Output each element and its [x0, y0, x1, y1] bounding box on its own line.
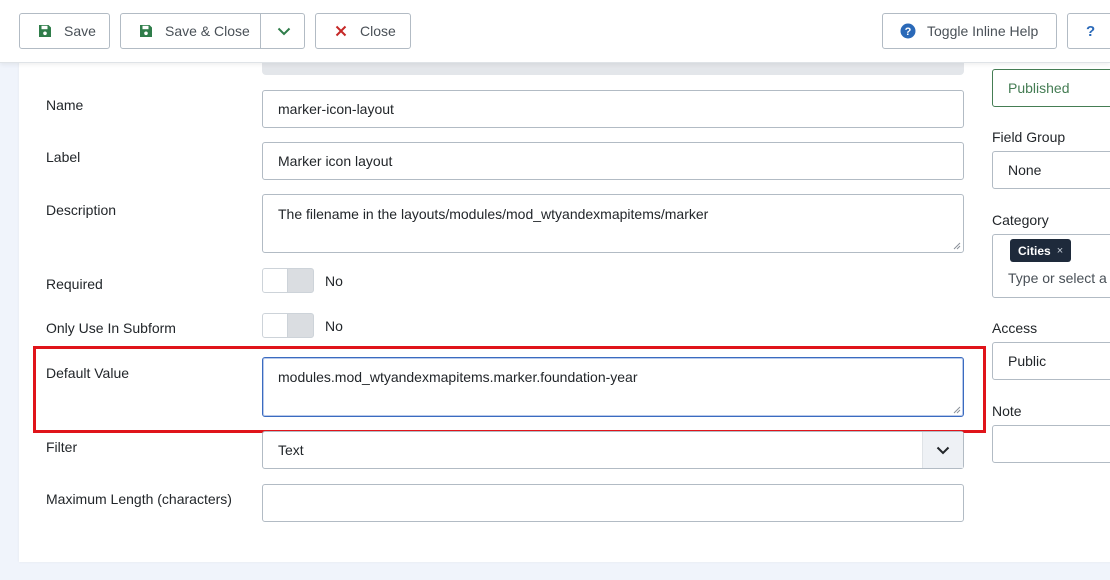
tag-remove-icon[interactable]: × — [1057, 245, 1063, 257]
save-button[interactable]: Save — [19, 13, 110, 49]
max-length-label: Maximum Length (characters) — [46, 491, 232, 507]
help-button[interactable]: ? — [1067, 13, 1110, 49]
chevron-down-icon — [936, 446, 950, 454]
description-textarea[interactable]: The filename in the layouts/modules/mod_… — [262, 194, 964, 253]
subform-switch[interactable] — [262, 313, 314, 338]
save-label: Save — [64, 23, 96, 39]
max-length-input[interactable] — [262, 484, 964, 522]
access-label: Access — [992, 320, 1038, 336]
save-close-label: Save & Close — [165, 23, 250, 39]
floppy-disk-icon — [137, 22, 155, 40]
toggle-inline-help-label: Toggle Inline Help — [927, 23, 1039, 39]
note-input[interactable] — [992, 425, 1110, 463]
filter-dropdown-toggle[interactable] — [922, 432, 963, 468]
field-group-label: Field Group — [992, 129, 1066, 145]
svg-text:?: ? — [905, 26, 912, 38]
chevron-down-icon — [277, 27, 290, 35]
field-group-value: None — [1008, 162, 1042, 178]
category-tag: Cities × — [1010, 239, 1072, 262]
category-tag-label: Cities — [1018, 243, 1051, 258]
label-value: Marker icon layout — [278, 153, 393, 169]
subform-value: No — [325, 318, 343, 334]
filter-label: Filter — [46, 439, 78, 455]
close-button[interactable]: Close — [315, 13, 411, 49]
access-select[interactable]: Public — [992, 342, 1110, 380]
note-label: Note — [992, 403, 1022, 419]
category-search-input[interactable]: Type or select a — [1008, 270, 1107, 286]
subform-label: Only Use In Subform — [46, 320, 176, 336]
description-value: The filename in the layouts/modules/mod_… — [278, 206, 709, 222]
description-label: Description — [46, 202, 117, 218]
name-input[interactable]: marker-icon-layout — [262, 90, 964, 128]
toolbar: Save Save & Close Close ? Toggle Inline … — [0, 0, 1110, 63]
category-label: Category — [992, 212, 1049, 228]
default-value-label: Default Value — [46, 365, 130, 381]
required-label: Required — [46, 276, 103, 292]
toggle-inline-help-button[interactable]: ? Toggle Inline Help — [882, 13, 1057, 49]
default-value-value: modules.mod_wtyandexmapitems.marker.foun… — [278, 369, 638, 385]
access-value: Public — [1008, 353, 1047, 369]
field-group-select[interactable]: None — [992, 151, 1110, 189]
resize-handle-icon[interactable] — [953, 242, 961, 250]
help-label: ? — [1086, 22, 1096, 40]
resize-handle-icon[interactable] — [953, 406, 961, 414]
name-label: Name — [46, 97, 84, 113]
save-close-button[interactable]: Save & Close — [120, 13, 305, 49]
required-value: No — [325, 273, 343, 289]
name-value: marker-icon-layout — [278, 101, 394, 117]
save-options-dropdown-toggle[interactable] — [260, 14, 306, 48]
label-label: Label — [46, 149, 81, 165]
label-input[interactable]: Marker icon layout — [262, 142, 964, 180]
default-value-textarea[interactable]: modules.mod_wtyandexmapitems.marker.foun… — [262, 357, 964, 417]
close-icon — [332, 22, 350, 40]
close-label: Close — [360, 23, 396, 39]
filter-value: Text — [278, 442, 304, 458]
filter-select[interactable]: Text — [262, 431, 964, 469]
status-value: Published — [1008, 80, 1070, 96]
required-switch[interactable] — [262, 268, 314, 293]
question-circle-icon: ? — [899, 22, 917, 40]
field-above-partial — [262, 62, 964, 75]
floppy-disk-icon — [36, 22, 54, 40]
status-select[interactable]: Published — [992, 69, 1110, 107]
